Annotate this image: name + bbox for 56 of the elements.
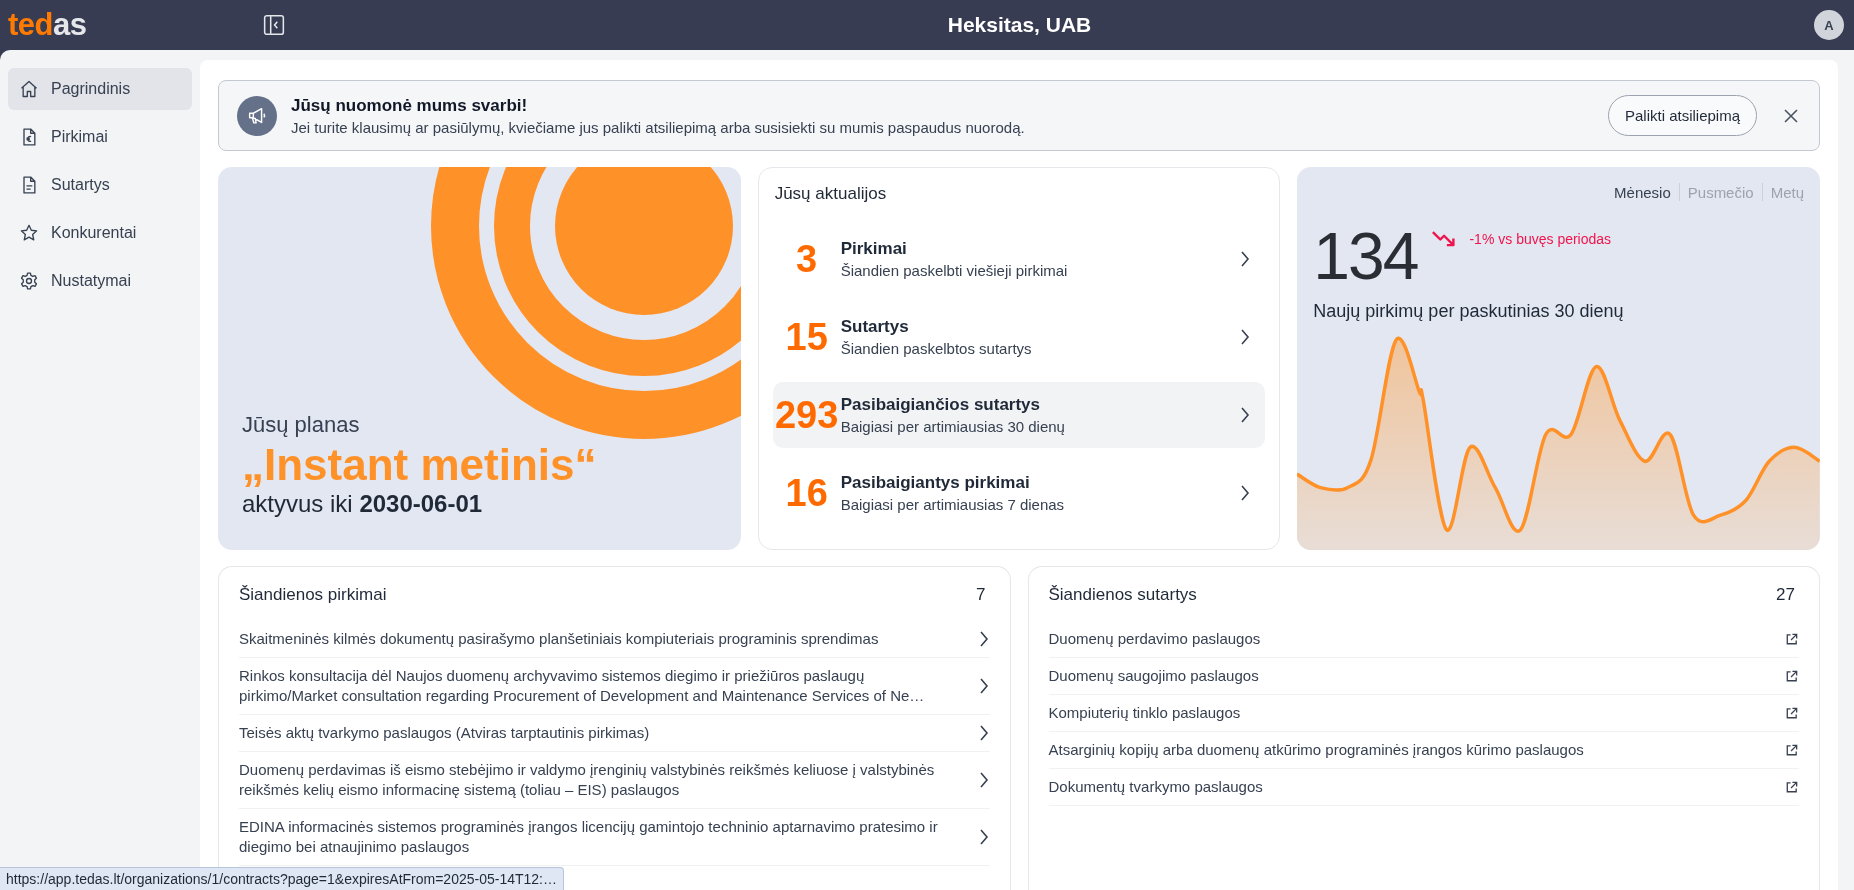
sidebar-item[interactable]: Nustatymai xyxy=(8,260,192,302)
plan-expiry: aktyvus iki 2030-06-01 xyxy=(242,490,484,518)
card-title: Jūsų aktualijos xyxy=(773,184,888,204)
contract-item[interactable]: Kompiuterių tinklo paslaugos xyxy=(1048,695,1799,732)
contract-item[interactable]: Atsarginių kopijų arba duomenų atkūrimo programinės įrangos kūrimo paslaugos xyxy=(1048,732,1799,769)
contract-item[interactable]: Dokumentų tvarkymo paslaugos xyxy=(1048,769,1799,806)
update-row[interactable]: 16 Pasibaigiantys pirkimai Baigiasi per artimiausias 7 dienas xyxy=(772,460,1266,526)
chevron-right-icon xyxy=(977,629,990,649)
sidebar-item[interactable]: Konkurentai xyxy=(8,212,192,254)
chevron-right-icon xyxy=(1239,405,1252,425)
purchase-item[interactable]: EDINA informacinės sistemos programinės įrangos licencijų gamintojo techninio aptarnavimo pratesimo ir diegimo bei atnaujinimo paslaugos xyxy=(239,809,990,866)
external-link-icon xyxy=(1784,779,1799,795)
chevron-right-icon xyxy=(977,827,990,847)
chevron-right-icon xyxy=(1239,249,1252,269)
change-text: -1% vs buvęs periodas xyxy=(1469,231,1612,247)
plan-label: Jūsų planas xyxy=(242,412,361,438)
feedback-button[interactable]: Palikti atsiliepimą xyxy=(1607,95,1757,136)
purchase-item[interactable]: Skaitmeninės kilmės dokumentų pasirašymo planšetiniais kompiuteriais programinis sprendimas xyxy=(239,621,990,658)
item-count: 7 xyxy=(976,585,987,605)
external-link-icon xyxy=(1784,668,1799,684)
status-bar-url: https://app.tedas.lt/organizations/1/contracts?page=1&expiresAtFrom=2025-05-14T12:… xyxy=(0,867,564,890)
external-link-icon xyxy=(1784,631,1799,647)
period-tab[interactable]: Mėnesio xyxy=(1614,183,1671,201)
chevron-right-icon xyxy=(977,676,990,696)
card-title: Šiandienos sutartys xyxy=(1048,585,1197,605)
megaphone-icon xyxy=(237,95,277,136)
avatar[interactable]: A xyxy=(1814,10,1844,40)
settings-icon xyxy=(19,271,39,291)
external-link-icon xyxy=(1784,742,1799,758)
contract-item[interactable]: Duomenų saugojimo paslaugos xyxy=(1048,658,1799,695)
card-title: Šiandienos pirkimai xyxy=(239,585,387,605)
sidebar-item[interactable]: Pagrindinis xyxy=(8,68,192,110)
purchase-item[interactable]: Rinkos konsultacija dėl Naujos duomenų archyvavimo sistemos diegimo ir priežiūros paslaugų pirkimo/Market consultation regarding Procurement of Development and Maintenance Services of Ne… xyxy=(239,658,990,715)
stat-caption: Naujų pirkimų per paskutinias 30 dienų xyxy=(1312,300,1625,322)
sidebar-item[interactable]: Sutartys xyxy=(8,164,192,206)
contract-item[interactable]: Duomenų perdavimo paslaugos xyxy=(1048,621,1799,658)
logo[interactable]: tedas xyxy=(8,7,263,43)
home-icon xyxy=(19,79,39,99)
update-row[interactable]: 3 Pirkimai Šiandien paskelbti viešieji pirkimai xyxy=(772,226,1266,292)
chevron-right-icon xyxy=(1239,483,1252,503)
update-row[interactable]: 15 Sutartys Šiandien paskelbtos sutartys xyxy=(772,304,1266,370)
purchase-item[interactable]: Duomenų perdavimas iš eismo stebėjimo ir valdymo įrenginių valstybinės reikšmės keliuose į valstybinės reikšmės kelių eismo informacinę sistemą (toliau – EIS) paslaugos xyxy=(239,752,990,809)
external-link-icon xyxy=(1784,705,1799,721)
banner-text: Jei turite klausimų ar pasiūlymų, kviečiame jus palikti atsiliepimą arba susisiekti su mumis paspaudus nuorodą. xyxy=(291,118,1026,136)
chevron-right-icon xyxy=(977,723,990,743)
plan-name: „Instant metinis“ xyxy=(242,440,597,490)
stat-value: 134 xyxy=(1313,223,1418,289)
banner-title: Jūsų nuomonė mums svarbi! xyxy=(291,95,529,116)
star-icon xyxy=(19,223,39,243)
purchase-item[interactable]: Teisės aktų tvarkymo paslaugos (Atviras tarptautinis pirkimas) xyxy=(239,715,990,752)
chevron-right-icon xyxy=(977,770,990,790)
item-count: 27 xyxy=(1776,585,1796,605)
sidebar-item[interactable]: Pirkimai xyxy=(8,116,192,158)
sidebar-toggle-icon[interactable] xyxy=(263,14,285,36)
company-name: Heksitas, UAB xyxy=(946,13,1093,37)
chevron-right-icon xyxy=(1239,327,1252,347)
